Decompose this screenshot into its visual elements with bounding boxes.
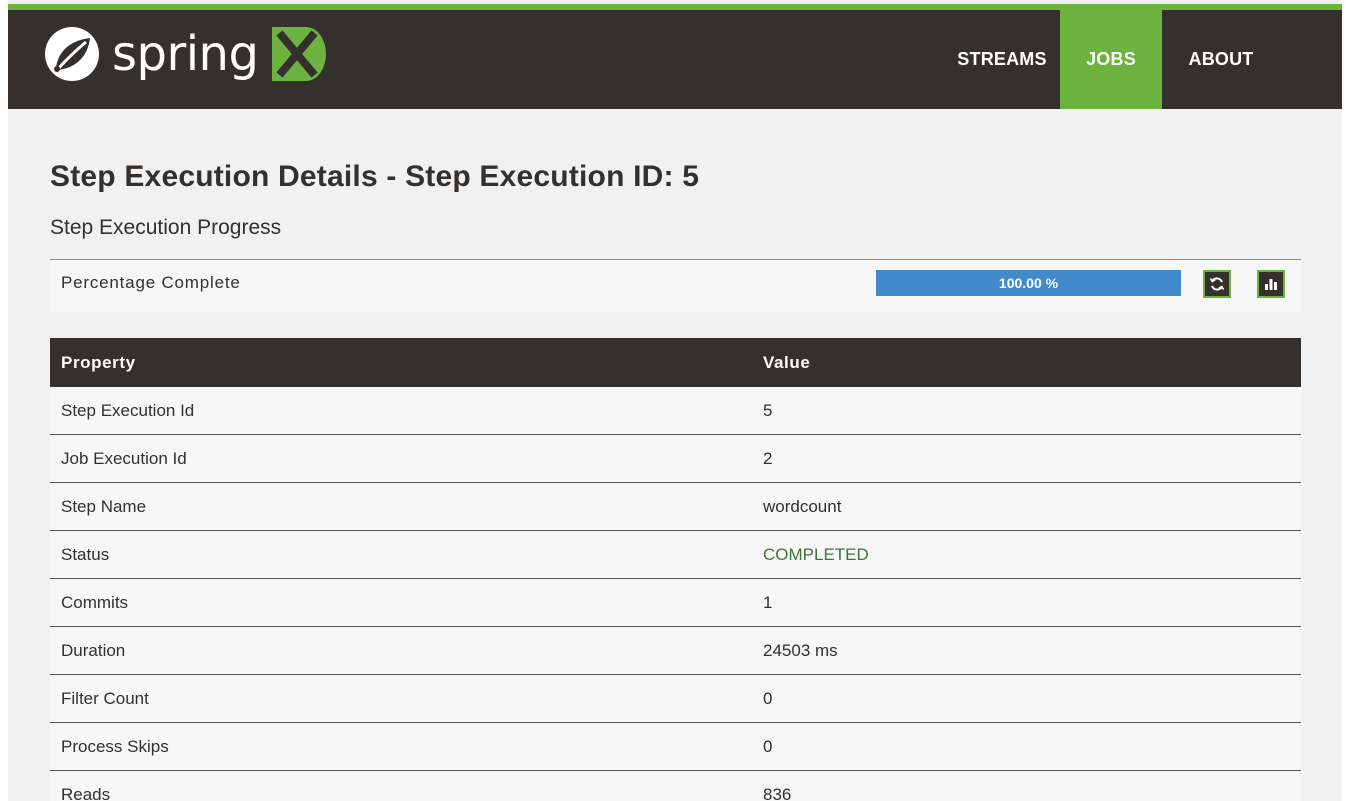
table-row: Filter Count 0 bbox=[50, 674, 1301, 723]
property-cell: Job Execution Id bbox=[50, 434, 752, 483]
value-cell: 836 bbox=[752, 770, 1301, 801]
table-row: Commits 1 bbox=[50, 578, 1301, 627]
property-cell: Filter Count bbox=[50, 674, 752, 723]
progress-percent: 100.00 % bbox=[998, 275, 1059, 291]
value-cell: 0 bbox=[752, 674, 1301, 723]
progress-heading: Step Execution Progress bbox=[50, 216, 282, 239]
step-properties-table: Property Value Step Execution Id 5 Job E… bbox=[50, 338, 1301, 801]
value-cell: 24503 ms bbox=[752, 626, 1301, 675]
header-property: Property bbox=[50, 338, 752, 387]
table-row: Step Execution Id 5 bbox=[50, 387, 1301, 435]
nav-tab-about[interactable]: ABOUT bbox=[1162, 10, 1280, 109]
chart-button[interactable] bbox=[1257, 270, 1285, 298]
value-cell: 0 bbox=[752, 722, 1301, 771]
property-cell: Step Execution Id bbox=[50, 387, 752, 435]
progress-bar: 100.00 % bbox=[876, 270, 1181, 296]
status-value: COMPLETED bbox=[752, 530, 1301, 579]
value-cell: 1 bbox=[752, 578, 1301, 627]
table-row: Duration 24503 ms bbox=[50, 626, 1301, 675]
spring-leaf-icon bbox=[45, 27, 99, 81]
property-cell: Status bbox=[50, 530, 752, 579]
property-cell: Reads bbox=[50, 770, 752, 801]
table-row: Step Name wordcount bbox=[50, 482, 1301, 531]
table-row: Reads 836 bbox=[50, 770, 1301, 801]
value-cell: 2 bbox=[752, 434, 1301, 483]
property-cell: Commits bbox=[50, 578, 752, 627]
spring-xd-logo[interactable]: spring bbox=[42, 22, 327, 86]
page-title: Step Execution Details - Step Execution … bbox=[50, 160, 700, 193]
main-nav: STREAMS JOBS ABOUT bbox=[944, 10, 1280, 109]
bar-chart-icon bbox=[1265, 279, 1277, 290]
table-row: Process Skips 0 bbox=[50, 722, 1301, 771]
x-mark-icon bbox=[272, 27, 327, 81]
refresh-icon bbox=[1209, 277, 1225, 291]
property-cell: Step Name bbox=[50, 482, 752, 531]
value-cell: 5 bbox=[752, 387, 1301, 435]
property-cell: Process Skips bbox=[50, 722, 752, 771]
table-header-row: Property Value bbox=[50, 338, 1301, 387]
value-cell: wordcount bbox=[752, 482, 1301, 531]
refresh-button[interactable] bbox=[1203, 270, 1231, 298]
page-container: spring STREAMS JOBS ABOUT Step Execution… bbox=[8, 0, 1342, 801]
table-row: Job Execution Id 2 bbox=[50, 434, 1301, 483]
nav-tab-streams[interactable]: STREAMS bbox=[944, 10, 1060, 109]
nav-tab-jobs[interactable]: JOBS bbox=[1060, 10, 1162, 109]
logo-text: spring bbox=[112, 26, 259, 82]
progress-label: Percentage Complete bbox=[61, 273, 241, 292]
table-row: Status COMPLETED bbox=[50, 530, 1301, 579]
top-navbar: spring STREAMS JOBS ABOUT bbox=[8, 10, 1342, 109]
header-value: Value bbox=[752, 338, 1301, 387]
progress-row: Percentage Complete 100.00 % bbox=[50, 259, 1301, 312]
property-cell: Duration bbox=[50, 626, 752, 675]
